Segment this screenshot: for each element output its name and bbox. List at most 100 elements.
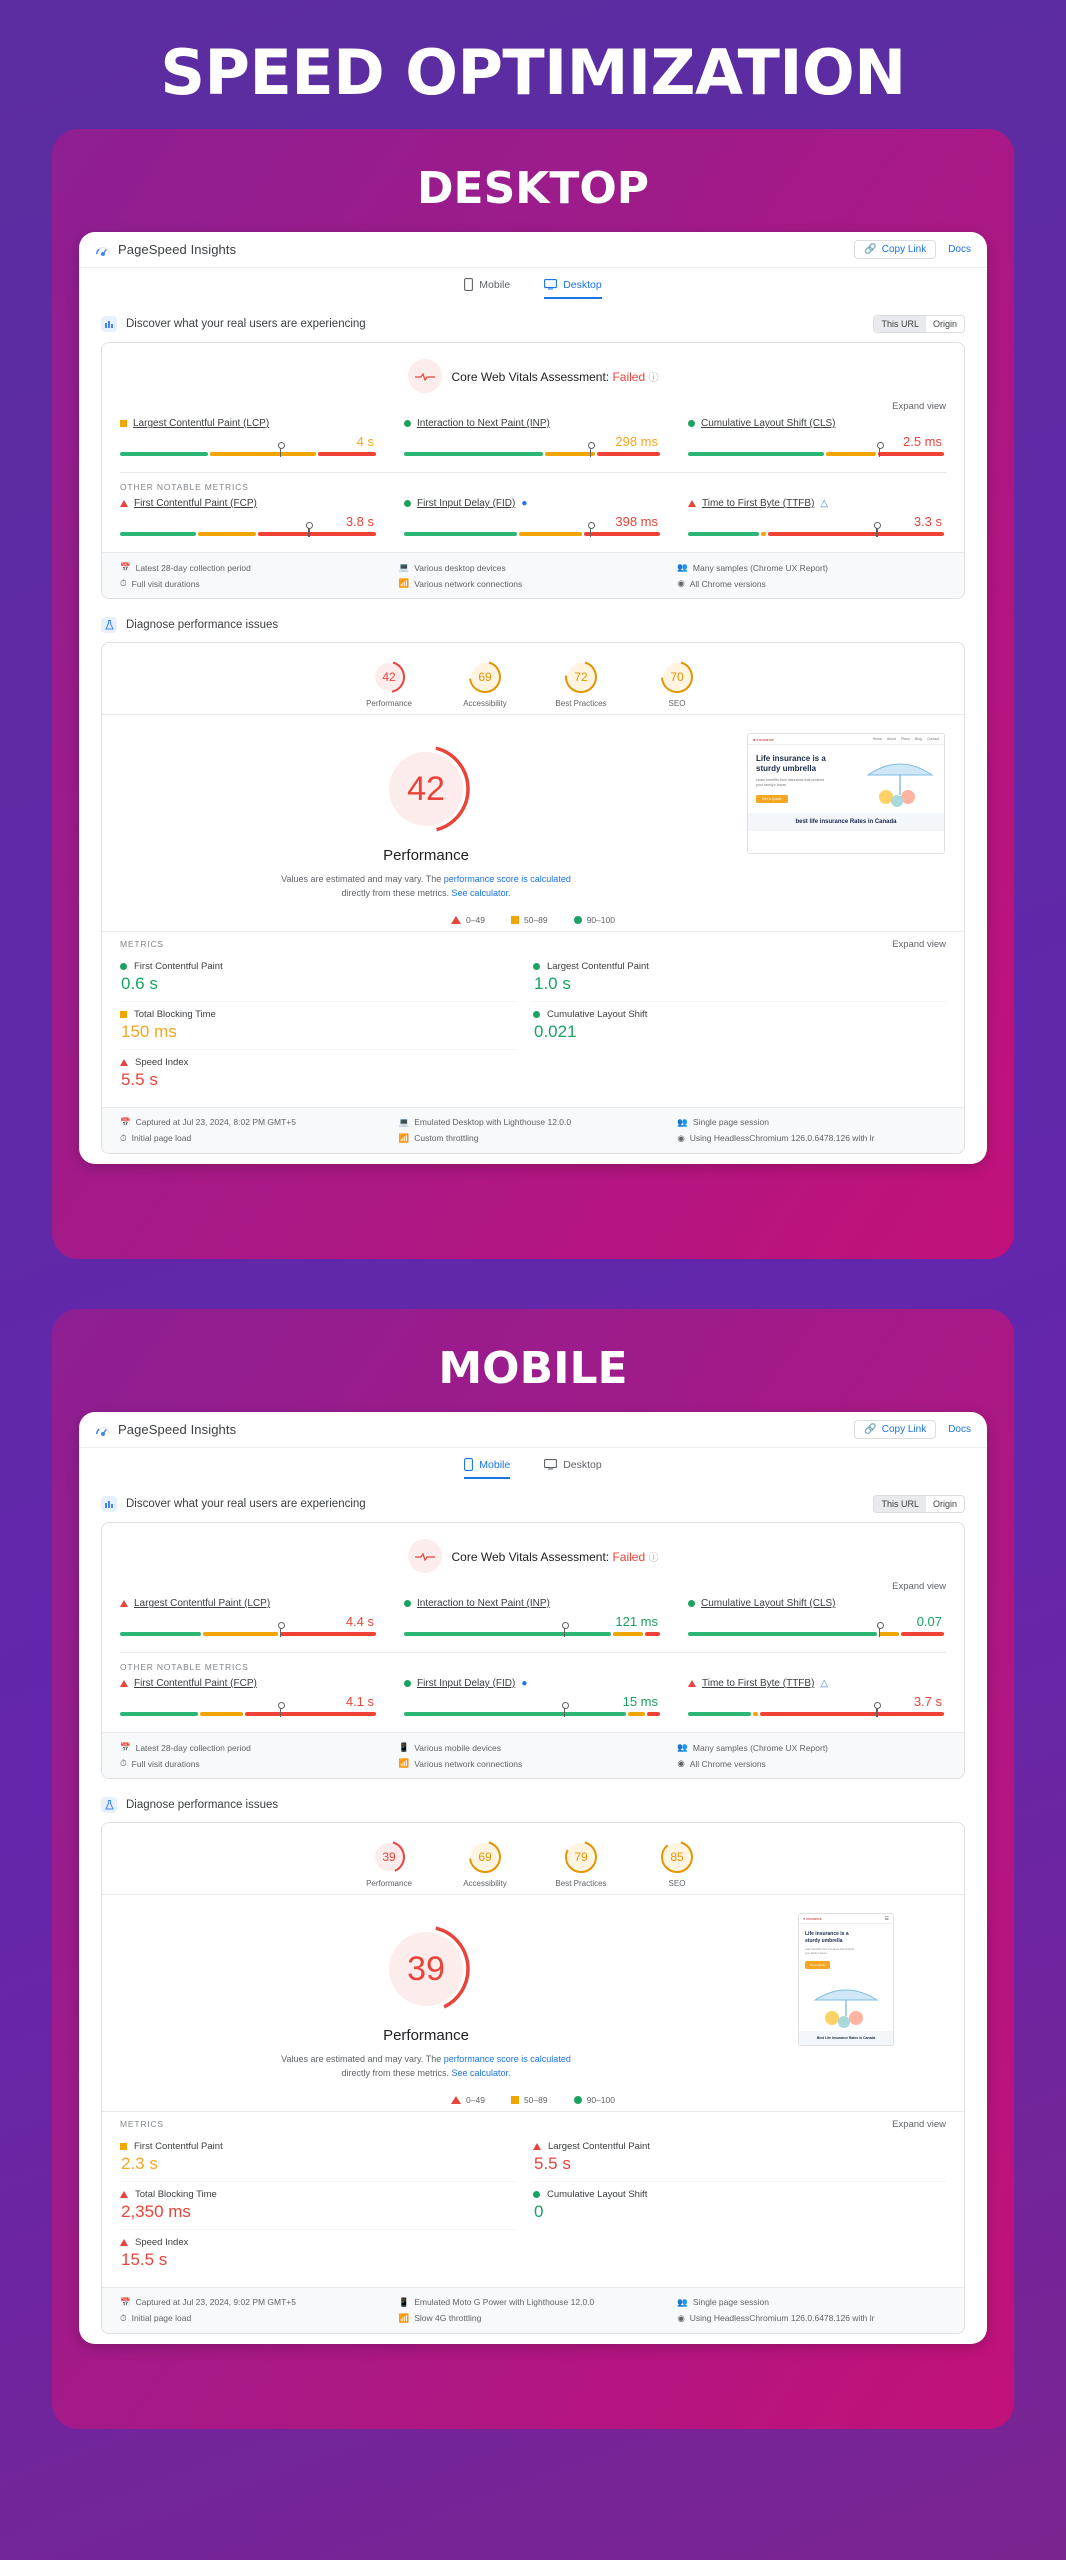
see-calculator-link[interactable]: See calculator. [452, 2068, 511, 2078]
pagespeed-report-desktop: PageSpeed Insights 🔗 Copy Link Docs Mobi… [79, 232, 987, 1164]
tab-desktop[interactable]: Desktop [544, 278, 602, 300]
lab-metric-cls: Cumulative Layout Shift 0.021 [533, 1000, 946, 1049]
session-icon: 👥 [677, 1116, 688, 1127]
gauge-label: Performance [366, 1879, 412, 1889]
toggle-this-url[interactable]: This URL [874, 316, 926, 333]
toggle-this-url[interactable]: This URL [874, 1496, 926, 1513]
gauge-seo[interactable]: 70 SEO [646, 659, 708, 708]
clock-icon: ⏱ [120, 578, 127, 589]
info-text: All Chrome versions [689, 1758, 766, 1769]
gauge-accessibility[interactable]: 69 Accessibility [454, 1839, 516, 1888]
info-text[interactable]: Many samples (Chrome UX Report) [693, 563, 828, 573]
thumb-headline: Life insurance is a sturdy umbrella [805, 1931, 849, 1944]
lab-icon [101, 617, 117, 634]
users-icon [101, 316, 117, 333]
other-metrics-grid: First Contentful Paint (FCP) 3.8 s First… [102, 494, 964, 552]
metric-value: 398 ms [615, 514, 658, 530]
gauge-performance[interactable]: 42 Performance [358, 659, 420, 708]
lab-metric-name: First Contentful Paint [134, 2140, 223, 2152]
report-body: Discover what your real users are experi… [79, 299, 987, 1154]
copy-link-button[interactable]: 🔗 Copy Link [854, 1420, 937, 1440]
tab-desktop[interactable]: Desktop [544, 1458, 602, 1479]
field-expand-view[interactable]: Expand view [102, 397, 964, 414]
brand-block[interactable]: PageSpeed Insights [95, 1422, 236, 1438]
lab-expand-view[interactable]: Expand view [892, 939, 946, 950]
metric-name[interactable]: Interaction to Next Paint (INP) [417, 1598, 550, 1609]
info-text[interactable]: Emulated Moto G Power with Lighthouse 12… [414, 2297, 594, 2307]
metric-name[interactable]: First Contentful Paint (FCP) [134, 498, 257, 509]
toggle-origin[interactable]: Origin [926, 1496, 964, 1512]
lab-metric-value: 5.5 s [121, 1069, 158, 1089]
brand-block[interactable]: PageSpeed Insights [95, 242, 236, 258]
info-text[interactable]: Custom throttling [414, 1133, 478, 1143]
info-text[interactable]: Emulated Desktop with Lighthouse 12.0.0 [414, 1117, 571, 1127]
legend-label: 0–49 [466, 914, 485, 925]
lab-metric-value: 5.5 s [534, 2153, 571, 2173]
tab-mobile[interactable]: Mobile [464, 1458, 511, 1480]
lab-data-header: Diagnose performance issues [101, 1789, 965, 1822]
info-icon[interactable]: ● [521, 1678, 527, 1689]
info-text[interactable]: Slow 4G throttling [414, 2313, 481, 2323]
legend-triangle-icon [451, 2095, 462, 2104]
info-text[interactable]: Using HeadlessChromium 126.0.6478.126 wi… [690, 1133, 875, 1143]
beta-icon: △ [820, 1678, 829, 1690]
info-icon[interactable]: ● [521, 498, 527, 509]
lab-metric-name: Speed Index [135, 2236, 189, 2248]
thumb-nav-item: Blog [914, 737, 922, 742]
metric-name[interactable]: Time to First Byte (TTFB) [702, 1678, 814, 1689]
metric-value: 3.3 s [913, 514, 942, 530]
performance-score-link[interactable]: performance score is calculated [444, 2054, 571, 2064]
performance-score-link[interactable]: performance score is calculated [444, 874, 571, 884]
gauge-accessibility[interactable]: 69 Accessibility [454, 659, 516, 708]
legend-orange: 50–89 [510, 915, 548, 925]
field-expand-view[interactable]: Expand view [102, 1577, 964, 1594]
info-text[interactable]: Many samples (Chrome UX Report) [693, 1743, 828, 1753]
pagespeed-report-mobile: PageSpeed Insights 🔗 Copy Link Docs Mobi… [79, 1412, 987, 2344]
help-icon[interactable]: ⓘ [649, 373, 659, 384]
field-info-strip: 📅 Latest 28-day collection period 💻 Variou… [102, 552, 964, 599]
section-desktop: DESKTOP PageSpeed Insights 🔗 Copy Link D… [52, 129, 1014, 1260]
thumb-nav-item: Home [872, 737, 882, 742]
cwv-fail-icon [407, 359, 442, 394]
metric-name[interactable]: First Input Delay (FID) [417, 498, 515, 509]
info-text[interactable]: Single page session [693, 2297, 769, 2307]
gauge-label: Best Practices [555, 1879, 607, 1889]
metric-name[interactable]: Interaction to Next Paint (INP) [417, 418, 550, 429]
metric-name[interactable]: Cumulative Layout Shift (CLS) [701, 1598, 836, 1609]
metric-name[interactable]: First Contentful Paint (FCP) [134, 1678, 257, 1689]
wifi-icon: 📶 [398, 1758, 410, 1769]
legend-label: 90–100 [586, 2094, 615, 2105]
tab-mobile[interactable]: Mobile [464, 278, 510, 299]
info-item: 👥 Single page session [677, 1117, 946, 1128]
gauge-best-practices[interactable]: 72 Best Practices [550, 659, 612, 708]
gauge-best-practices[interactable]: 79 Best Practices [550, 1839, 612, 1888]
docs-link[interactable]: Docs [948, 244, 971, 255]
help-icon[interactable]: ⓘ [649, 1553, 659, 1564]
url-scope-toggle[interactable]: This URL Origin [873, 315, 965, 334]
metric-name[interactable]: Cumulative Layout Shift (CLS) [701, 418, 836, 429]
metric-name[interactable]: Time to First Byte (TTFB) [702, 498, 814, 509]
metric-value: 298 ms [615, 434, 658, 450]
metric-name[interactable]: Largest Contentful Paint (LCP) [133, 418, 269, 429]
metric-bar [120, 442, 378, 458]
toggle-origin[interactable]: Origin [926, 316, 964, 332]
status-icon-orange [120, 420, 127, 428]
copy-link-button[interactable]: 🔗 Copy Link [854, 240, 937, 260]
section-mobile: MOBILE PageSpeed Insights 🔗 Copy Link Do… [52, 1309, 1014, 2430]
metric-name[interactable]: First Input Delay (FID) [417, 1678, 515, 1689]
url-scope-toggle[interactable]: This URL Origin [873, 1495, 965, 1514]
lab-expand-view[interactable]: Expand view [892, 2119, 946, 2130]
see-calculator-link[interactable]: See calculator. [452, 888, 511, 898]
metric-value: 3.8 s [345, 514, 374, 530]
gauge-seo[interactable]: 85 SEO [646, 1839, 708, 1888]
docs-link[interactable]: Docs [948, 1424, 971, 1435]
metric-bar [404, 522, 662, 538]
info-text[interactable]: Single page session [693, 1117, 769, 1127]
metric-value: 0.07 [916, 1614, 942, 1630]
lab-metric-cls: Cumulative Layout Shift 0 [533, 2180, 946, 2229]
thumb-cta-button: Get a Quote [756, 794, 788, 803]
info-item: 👥 Many samples (Chrome UX Report) [677, 562, 946, 573]
metric-name[interactable]: Largest Contentful Paint (LCP) [134, 1598, 270, 1609]
gauge-performance[interactable]: 39 Performance [358, 1839, 420, 1888]
info-text[interactable]: Using HeadlessChromium 126.0.6478.126 wi… [690, 2313, 875, 2323]
